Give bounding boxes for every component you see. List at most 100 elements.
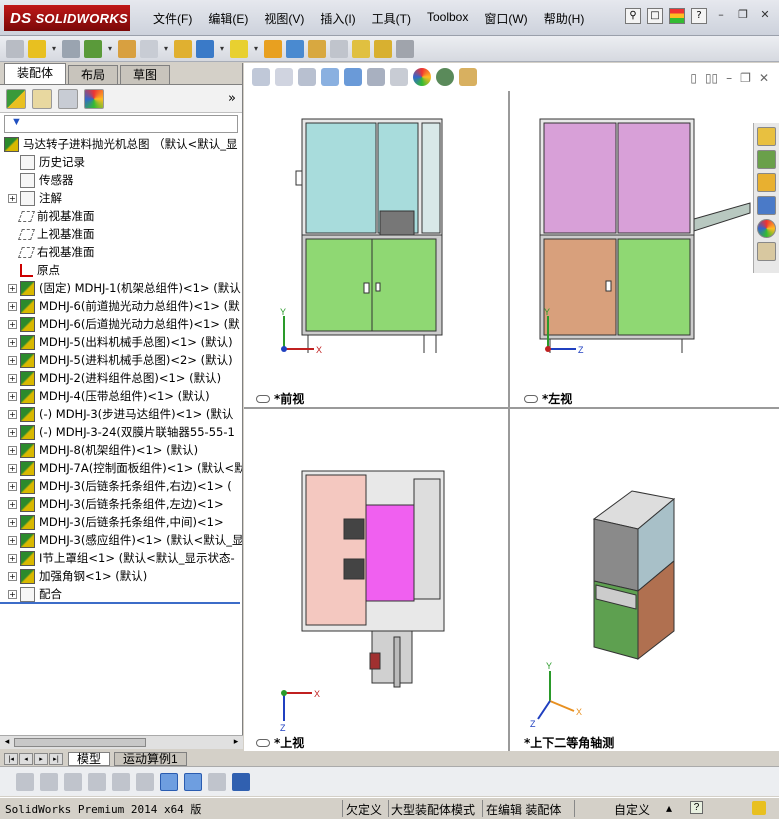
chevron-right-icon[interactable]: » (228, 91, 236, 106)
minimize-icon[interactable]: – (726, 71, 732, 85)
view-settings-icon[interactable] (459, 68, 477, 86)
relations-icon[interactable] (136, 772, 154, 791)
minimize-icon[interactable]: – (713, 9, 729, 23)
menu-window[interactable]: 窗口(W) (476, 10, 535, 27)
list-icon[interactable] (88, 772, 106, 791)
menu-help[interactable]: 帮助(H) (536, 10, 593, 27)
property-manager-icon[interactable] (32, 88, 52, 109)
tree-item[interactable]: + MDHJ-3(后链条托条组件,左边)<1> (8, 495, 224, 513)
expand-icon[interactable]: + (8, 553, 17, 563)
tree-item[interactable]: + 注解 (8, 189, 62, 207)
interference-detection-icon[interactable] (352, 39, 370, 58)
exploded-view-icon[interactable] (308, 39, 326, 58)
help-icon[interactable]: ? (690, 801, 703, 814)
chevron-down-icon[interactable]: ▾ (106, 44, 114, 53)
chevron-down-icon[interactable]: ▾ (50, 44, 58, 53)
expand-icon[interactable]: + (8, 427, 17, 437)
menu-tools[interactable]: 工具(T) (364, 10, 419, 27)
sheet-metal-icon[interactable] (64, 772, 82, 791)
tree-item[interactable]: 右视基准面 (8, 243, 95, 261)
menu-file[interactable]: 文件(F) (145, 10, 200, 27)
tree-item[interactable]: 传感器 (8, 171, 74, 189)
home-icon[interactable] (757, 127, 776, 146)
first-tab-icon[interactable]: |◂ (4, 752, 18, 765)
close-icon[interactable]: ✕ (757, 9, 773, 23)
explode-line-sketch-icon[interactable] (330, 39, 348, 58)
view-orientation-icon[interactable] (344, 68, 362, 86)
display-manager-icon[interactable] (84, 88, 104, 109)
tree-filter[interactable]: ▼ (4, 115, 238, 133)
new-document-icon[interactable]: □ (647, 8, 663, 24)
expand-icon[interactable]: + (8, 319, 17, 329)
tag-icon[interactable] (752, 801, 766, 815)
expand-icon[interactable]: + (8, 301, 17, 311)
help-icon[interactable]: ? (691, 8, 707, 24)
tree-item[interactable]: + MDHJ-5(进料机械手总图)<2> (默认) (8, 351, 233, 369)
expand-icon[interactable]: + (8, 391, 17, 401)
edit-appearance-icon[interactable] (413, 68, 431, 86)
status-custom-units[interactable]: 自定义 (614, 801, 650, 818)
prev-tab-icon[interactable]: ◂ (19, 752, 33, 765)
solidworks-logo[interactable]: DS SOLIDWORKS (4, 5, 130, 31)
tree-item[interactable]: + MDHJ-5(出料机械手总图)<1> (默认) (8, 333, 233, 351)
horizontal-scrollbar[interactable]: ◂ ▸ (0, 735, 243, 749)
tree-item[interactable]: + MDHJ-3(后链条托条组件,右边)<1> ( (8, 477, 232, 495)
appearances-icon[interactable] (757, 219, 776, 238)
expand-icon[interactable]: + (8, 355, 17, 365)
previous-view-icon[interactable] (298, 68, 316, 86)
viewport-left[interactable]: Y Z (510, 91, 779, 407)
mate-icon[interactable] (62, 39, 80, 58)
bill-of-materials-icon[interactable] (286, 39, 304, 58)
tree-item[interactable]: + MDHJ-2(进料组件总图)<1> (默认) (8, 369, 221, 387)
table-icon[interactable] (208, 772, 226, 791)
tree-item[interactable]: 上视基准面 (8, 225, 95, 243)
tree-root[interactable]: 马达转子进料抛光机总图 （默认<默认_显 (4, 135, 238, 153)
section-view-icon[interactable] (321, 68, 339, 86)
new-motion-study-icon[interactable] (264, 39, 282, 58)
traffic-light-icon[interactable] (669, 8, 685, 24)
scroll-thumb[interactable] (14, 738, 146, 747)
tree-item[interactable]: + MDHJ-4(压带总组件)<1> (默认) (8, 387, 210, 405)
insert-component-icon[interactable] (28, 39, 46, 58)
two-view-icon[interactable]: ▯▯ (705, 71, 718, 85)
expand-icon[interactable]: + (8, 373, 17, 383)
tree-item[interactable]: + MDHJ-3(后链条托条组件,中间)<1> (8, 513, 224, 531)
tab-model[interactable]: 模型 (68, 751, 111, 766)
zoom-to-fit-icon[interactable] (252, 68, 270, 86)
hide-show-items-icon[interactable] (390, 68, 408, 86)
expand-icon[interactable]: + (8, 571, 17, 581)
expand-icon[interactable]: + (8, 481, 17, 491)
grid-icon[interactable] (112, 772, 130, 791)
menu-view[interactable]: 视图(V) (256, 10, 312, 27)
smart-dimension-icon[interactable] (40, 772, 58, 791)
graphics-area[interactable]: ▯ ▯▯ – ❐ ✕ Y X *前视 Y Z *左视 X Z *上视 Y X Z… (244, 63, 779, 751)
chevron-down-icon[interactable]: ▾ (218, 44, 226, 53)
tab-assembly[interactable]: 装配体 (4, 63, 67, 84)
status-large-assembly[interactable]: 大型装配体模式 (391, 801, 475, 818)
viewport-front[interactable]: Y X (244, 91, 508, 407)
filter-icon[interactable]: ▼ (11, 116, 22, 128)
restore-icon[interactable]: ❐ (740, 71, 751, 85)
tree-item[interactable]: + 配合 (8, 585, 62, 603)
tree-item[interactable]: + MDHJ-6(后道抛光动力总组件)<1> (默 (8, 315, 240, 333)
last-tab-icon[interactable]: ▸| (49, 752, 63, 765)
expand-icon[interactable]: + (8, 445, 17, 455)
design-library-icon[interactable] (757, 150, 776, 169)
shaded-view-icon[interactable] (184, 772, 202, 791)
tree-item[interactable]: + (-) MDHJ-3(步进马达组件)<1> (默认 (8, 405, 233, 423)
tree-item[interactable]: + MDHJ-8(机架组件)<1> (默认) (8, 441, 198, 459)
sketch-tool-icon[interactable] (16, 772, 34, 791)
tab-sketch[interactable]: 草图 (120, 65, 171, 84)
viewport-isometric[interactable]: Y X Z (510, 409, 779, 751)
expand-icon[interactable]: + (8, 517, 17, 527)
tree-item[interactable]: + (-) MDHJ-3-24(双膜片联轴器55-55-1 (8, 423, 235, 441)
show-hidden-icon[interactable] (174, 39, 192, 58)
save-icon[interactable] (232, 772, 250, 791)
next-tab-icon[interactable]: ▸ (34, 752, 48, 765)
expand-icon[interactable]: + (8, 193, 17, 203)
tree-item[interactable]: + MDHJ-3(感应组件)<1> (默认<默认_显 (8, 531, 242, 549)
reference-geometry-icon[interactable] (230, 39, 248, 58)
smart-fasteners-icon[interactable] (118, 39, 136, 58)
viewport-top[interactable]: X Z (244, 409, 508, 751)
expand-icon[interactable]: + (8, 499, 17, 509)
